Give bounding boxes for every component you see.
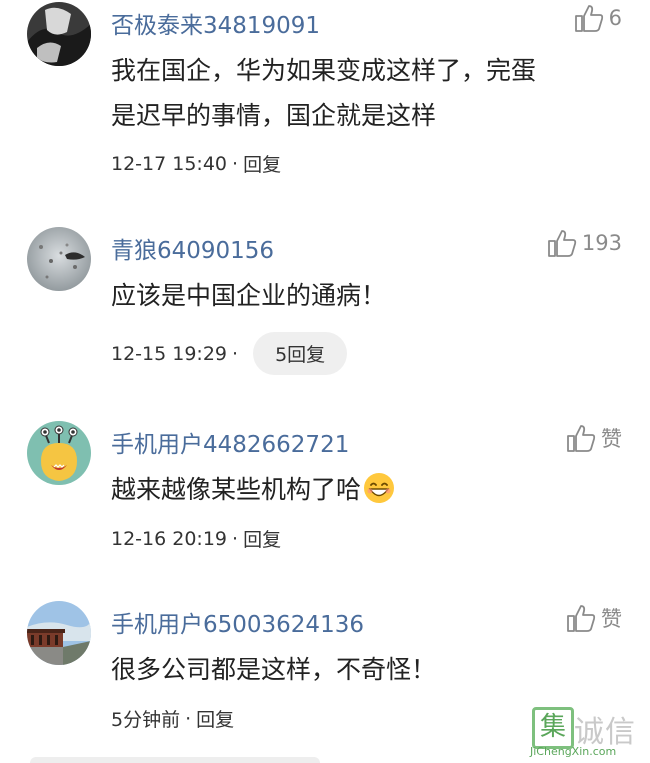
- comment-text-line: 很多公司都是这样，不奇怪！: [111, 655, 437, 684]
- like-button[interactable]: 6: [573, 2, 622, 34]
- grinning-face-emoji-icon: [364, 473, 395, 503]
- watermark-box-char: 集: [532, 707, 574, 749]
- avatar[interactable]: [27, 227, 91, 291]
- watermark-logo: 集 诚信 JiChengXin.com: [526, 701, 646, 759]
- separator-dot: ·: [232, 527, 239, 550]
- bottom-input-bar[interactable]: [30, 757, 320, 763]
- avatar[interactable]: [27, 2, 91, 66]
- separator-dot: ·: [185, 707, 192, 730]
- like-label: 赞: [601, 427, 622, 451]
- comment-text: 越来越像某些机构了哈: [111, 467, 621, 512]
- username[interactable]: 青狼64090156: [111, 231, 274, 265]
- reply-count-button[interactable]: 5回复: [253, 332, 348, 375]
- comment-text: 我在国企，华为如果变成这样了，完蛋 是迟早的事情，国企就是这样: [111, 48, 621, 138]
- like-button[interactable]: 赞: [565, 422, 622, 454]
- separator-dot: ·: [232, 342, 239, 365]
- like-button[interactable]: 赞: [565, 602, 622, 634]
- thumbs-up-icon: [567, 425, 596, 452]
- comment-text: 应该是中国企业的通病！: [111, 273, 621, 318]
- thumbs-up-icon: [574, 5, 603, 32]
- like-label: 赞: [601, 607, 622, 631]
- avatar[interactable]: [27, 421, 91, 485]
- comment-meta: 12-15 19:29 · 5回复: [111, 332, 348, 375]
- comment-meta: 5分钟前 · 回复: [111, 705, 234, 732]
- username[interactable]: 手机用户4482662721: [111, 425, 349, 459]
- comment-text-span: 越来越像某些机构了哈: [111, 475, 362, 504]
- comment-text-line: 应该是中国企业的通病！: [111, 281, 387, 310]
- avatar[interactable]: [27, 601, 91, 665]
- thumbs-up-icon: [567, 605, 596, 632]
- comment-meta: 12-16 20:19 · 回复: [111, 525, 281, 552]
- comment-text-line: 是迟早的事情，国企就是这样: [111, 101, 437, 130]
- like-count: 6: [608, 6, 622, 30]
- username[interactable]: 否极泰来34819091: [111, 6, 320, 40]
- comment-meta: 12-17 15:40 · 回复: [111, 150, 281, 177]
- comment-text: 很多公司都是这样，不奇怪！: [111, 647, 621, 692]
- reply-button[interactable]: 回复: [196, 705, 234, 732]
- reply-button[interactable]: 回复: [243, 525, 281, 552]
- comment-text-line: 我在国企，华为如果变成这样了，完蛋: [111, 56, 537, 85]
- timestamp: 12-17 15:40: [111, 152, 228, 175]
- reply-button[interactable]: 回复: [243, 150, 281, 177]
- like-button[interactable]: 193: [546, 227, 622, 259]
- watermark-url: JiChengXin.com: [530, 745, 617, 758]
- separator-dot: ·: [232, 152, 239, 175]
- comment-text-line: 越来越像某些机构了哈: [111, 467, 621, 512]
- timestamp: 12-16 20:19: [111, 527, 228, 550]
- timestamp: 12-15 19:29: [111, 342, 228, 365]
- thumbs-up-icon: [548, 230, 577, 257]
- username[interactable]: 手机用户65003624136: [111, 605, 364, 639]
- timestamp: 5分钟前: [111, 709, 181, 731]
- like-count: 193: [581, 231, 622, 255]
